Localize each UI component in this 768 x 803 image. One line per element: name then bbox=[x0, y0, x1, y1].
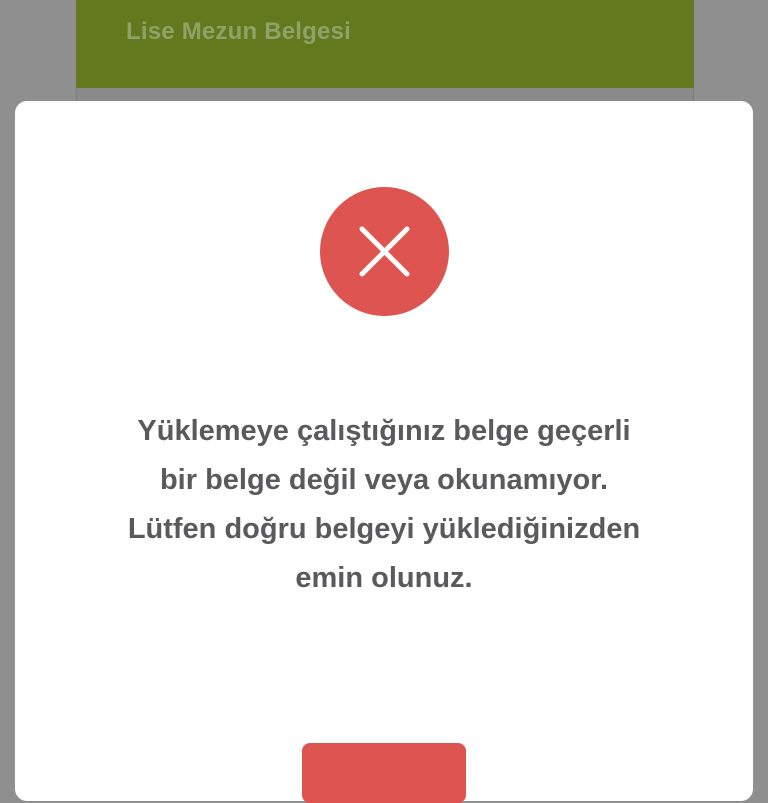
background-card-title: Lise Mezun Belgesi bbox=[126, 18, 351, 45]
error-dialog: Yüklemeye çalıştığınız belge geçerli bir… bbox=[15, 101, 753, 803]
close-x-icon bbox=[359, 226, 410, 277]
background-card-header: Lise Mezun Belgesi bbox=[76, 0, 694, 88]
dialog-action-button[interactable] bbox=[302, 743, 466, 803]
error-circle bbox=[320, 187, 449, 316]
error-message: Yüklemeye çalıştığınız belge geçerli bir… bbox=[127, 415, 641, 594]
